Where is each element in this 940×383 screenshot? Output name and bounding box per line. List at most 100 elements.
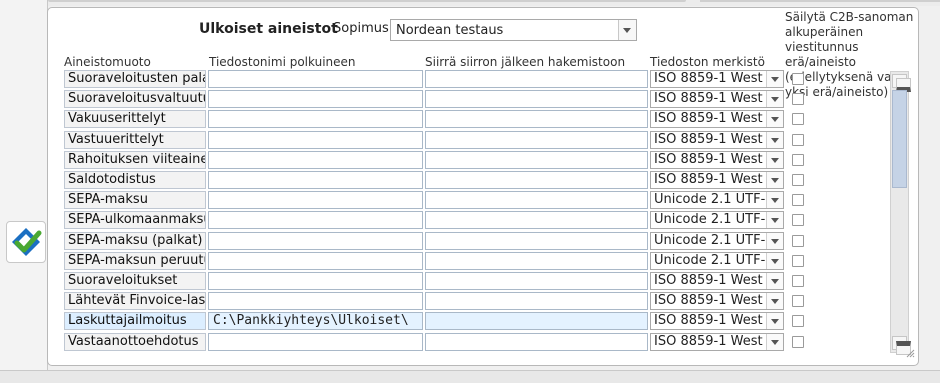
- file-path-input[interactable]: [208, 333, 423, 351]
- file-path-input[interactable]: [208, 272, 423, 290]
- move-directory-input[interactable]: [425, 292, 648, 310]
- file-type-cell: SEPA-maksun peruutus: [64, 252, 206, 270]
- encoding-select[interactable]: ISO 8859-1 West Eu: [650, 70, 784, 88]
- encoding-select[interactable]: ISO 8859-1 West Eu: [650, 90, 784, 108]
- keep-message-id-checkbox[interactable]: [792, 336, 804, 348]
- encoding-select[interactable]: ISO 8859-1 West Eu: [650, 312, 784, 330]
- keep-message-id-checkbox[interactable]: [792, 194, 804, 206]
- file-type-cell: Vastuuerittelyt: [64, 131, 206, 149]
- move-directory-input[interactable]: [425, 191, 648, 209]
- encoding-select-value: Unicode 2.1 UTF-8: [654, 253, 766, 268]
- chevron-down-icon[interactable]: [766, 71, 783, 87]
- left-toolbar: [0, 0, 48, 382]
- encoding-select-value: Unicode 2.1 UTF-8: [654, 233, 766, 248]
- keep-message-id-checkbox[interactable]: [792, 134, 804, 146]
- file-path-input[interactable]: [208, 70, 423, 88]
- chevron-down-icon[interactable]: [766, 313, 783, 329]
- encoding-select-value: ISO 8859-1 West Eu: [654, 71, 766, 86]
- top-tab-edge-right: [700, 0, 940, 2]
- scroll-up-icon[interactable]: [892, 74, 911, 92]
- chevron-down-icon[interactable]: [766, 152, 783, 168]
- move-directory-input[interactable]: [425, 333, 648, 351]
- keep-message-id-checkbox[interactable]: [792, 154, 804, 166]
- move-directory-input[interactable]: [425, 272, 648, 290]
- encoding-select[interactable]: Unicode 2.1 UTF-8: [650, 232, 784, 250]
- encoding-select-value: ISO 8859-1 West Eu: [654, 334, 766, 349]
- chevron-down-icon[interactable]: [766, 212, 783, 228]
- chevron-down-icon[interactable]: [766, 132, 783, 148]
- encoding-select[interactable]: ISO 8859-1 West Eu: [650, 110, 784, 128]
- file-path-input[interactable]: [208, 211, 423, 229]
- keep-message-id-checkbox[interactable]: [792, 275, 804, 287]
- keep-message-id-checkbox[interactable]: [792, 295, 804, 307]
- chevron-down-icon[interactable]: [766, 334, 783, 350]
- encoding-select[interactable]: Unicode 2.1 UTF-8: [650, 211, 784, 229]
- file-type-cell: Vastaanottoehdotus: [64, 333, 206, 351]
- move-directory-input[interactable]: [425, 70, 648, 88]
- move-directory-input[interactable]: [425, 131, 648, 149]
- app-logo-button[interactable]: [6, 221, 46, 263]
- file-type-cell: SEPA-ulkomaanmaksu: [64, 211, 206, 229]
- move-directory-input[interactable]: [425, 252, 648, 270]
- chevron-down-icon[interactable]: [766, 253, 783, 269]
- file-path-input[interactable]: C:\Pankkiyhteys\Ulkoiset\: [208, 312, 423, 330]
- chevron-down-icon[interactable]: [618, 20, 636, 40]
- chevron-down-icon[interactable]: [766, 192, 783, 208]
- encoding-select-value: ISO 8859-1 West Eu: [654, 111, 766, 126]
- file-path-input[interactable]: [208, 131, 423, 149]
- encoding-select[interactable]: ISO 8859-1 West Eu: [650, 151, 784, 169]
- chevron-down-icon[interactable]: [766, 91, 783, 107]
- move-directory-input[interactable]: [425, 171, 648, 189]
- agreement-label: Sopimus: [333, 21, 389, 36]
- move-directory-input[interactable]: [425, 110, 648, 128]
- encoding-select-value: ISO 8859-1 West Eu: [654, 91, 766, 106]
- bottom-status-bar: [0, 370, 940, 383]
- chevron-down-icon[interactable]: [766, 293, 783, 309]
- scrollbar-thumb[interactable]: [892, 90, 907, 188]
- file-path-input[interactable]: [208, 232, 423, 250]
- move-directory-input[interactable]: [425, 232, 648, 250]
- agreement-select[interactable]: Nordean testaus: [390, 19, 637, 41]
- encoding-select[interactable]: Unicode 2.1 UTF-8: [650, 252, 784, 270]
- file-path-input[interactable]: [208, 151, 423, 169]
- file-type-cell: Suoraveloitukset: [64, 272, 206, 290]
- keep-message-id-checkbox[interactable]: [792, 315, 804, 327]
- top-tab-strip: [0, 0, 940, 6]
- encoding-select-value: ISO 8859-1 West Eu: [654, 172, 766, 187]
- top-tab-edge: [48, 0, 686, 2]
- vertical-scrollbar[interactable]: [890, 71, 911, 355]
- file-type-cell: Laskuttajailmoitus: [64, 312, 206, 330]
- resize-grip-icon[interactable]: [905, 348, 915, 358]
- keep-message-id-checkbox[interactable]: [792, 214, 804, 226]
- chevron-down-icon[interactable]: [766, 111, 783, 127]
- move-directory-input[interactable]: [425, 312, 648, 330]
- encoding-select[interactable]: ISO 8859-1 West Eu: [650, 131, 784, 149]
- chevron-down-icon[interactable]: [766, 172, 783, 188]
- file-path-input[interactable]: [208, 252, 423, 270]
- chevron-down-icon[interactable]: [766, 233, 783, 249]
- chevron-down-icon[interactable]: [766, 273, 783, 289]
- keep-message-id-checkbox[interactable]: [792, 113, 804, 125]
- encoding-select-value: Unicode 2.1 UTF-8: [654, 212, 766, 227]
- file-path-input[interactable]: [208, 90, 423, 108]
- column-header-move: Siirrä siirron jälkeen hakemistoon: [425, 55, 626, 69]
- move-directory-input[interactable]: [425, 211, 648, 229]
- move-directory-input[interactable]: [425, 151, 648, 169]
- file-path-input[interactable]: [208, 171, 423, 189]
- encoding-select[interactable]: ISO 8859-1 West Eu: [650, 333, 784, 351]
- file-type-cell: SEPA-maksu: [64, 191, 206, 209]
- encoding-select[interactable]: ISO 8859-1 West Eu: [650, 272, 784, 290]
- encoding-select[interactable]: ISO 8859-1 West Eu: [650, 171, 784, 189]
- keep-message-id-checkbox[interactable]: [792, 73, 804, 85]
- keep-message-id-checkbox[interactable]: [792, 255, 804, 267]
- move-directory-input[interactable]: [425, 90, 648, 108]
- encoding-select[interactable]: Unicode 2.1 UTF-8: [650, 191, 784, 209]
- keep-message-id-checkbox[interactable]: [792, 235, 804, 247]
- keep-message-id-checkbox[interactable]: [792, 93, 804, 105]
- keep-message-id-checkbox[interactable]: [792, 174, 804, 186]
- file-path-input[interactable]: [208, 110, 423, 128]
- encoding-select[interactable]: ISO 8859-1 West Eu: [650, 292, 784, 310]
- file-type-cell: Saldotodistus: [64, 171, 206, 189]
- file-path-input[interactable]: [208, 292, 423, 310]
- file-path-input[interactable]: [208, 191, 423, 209]
